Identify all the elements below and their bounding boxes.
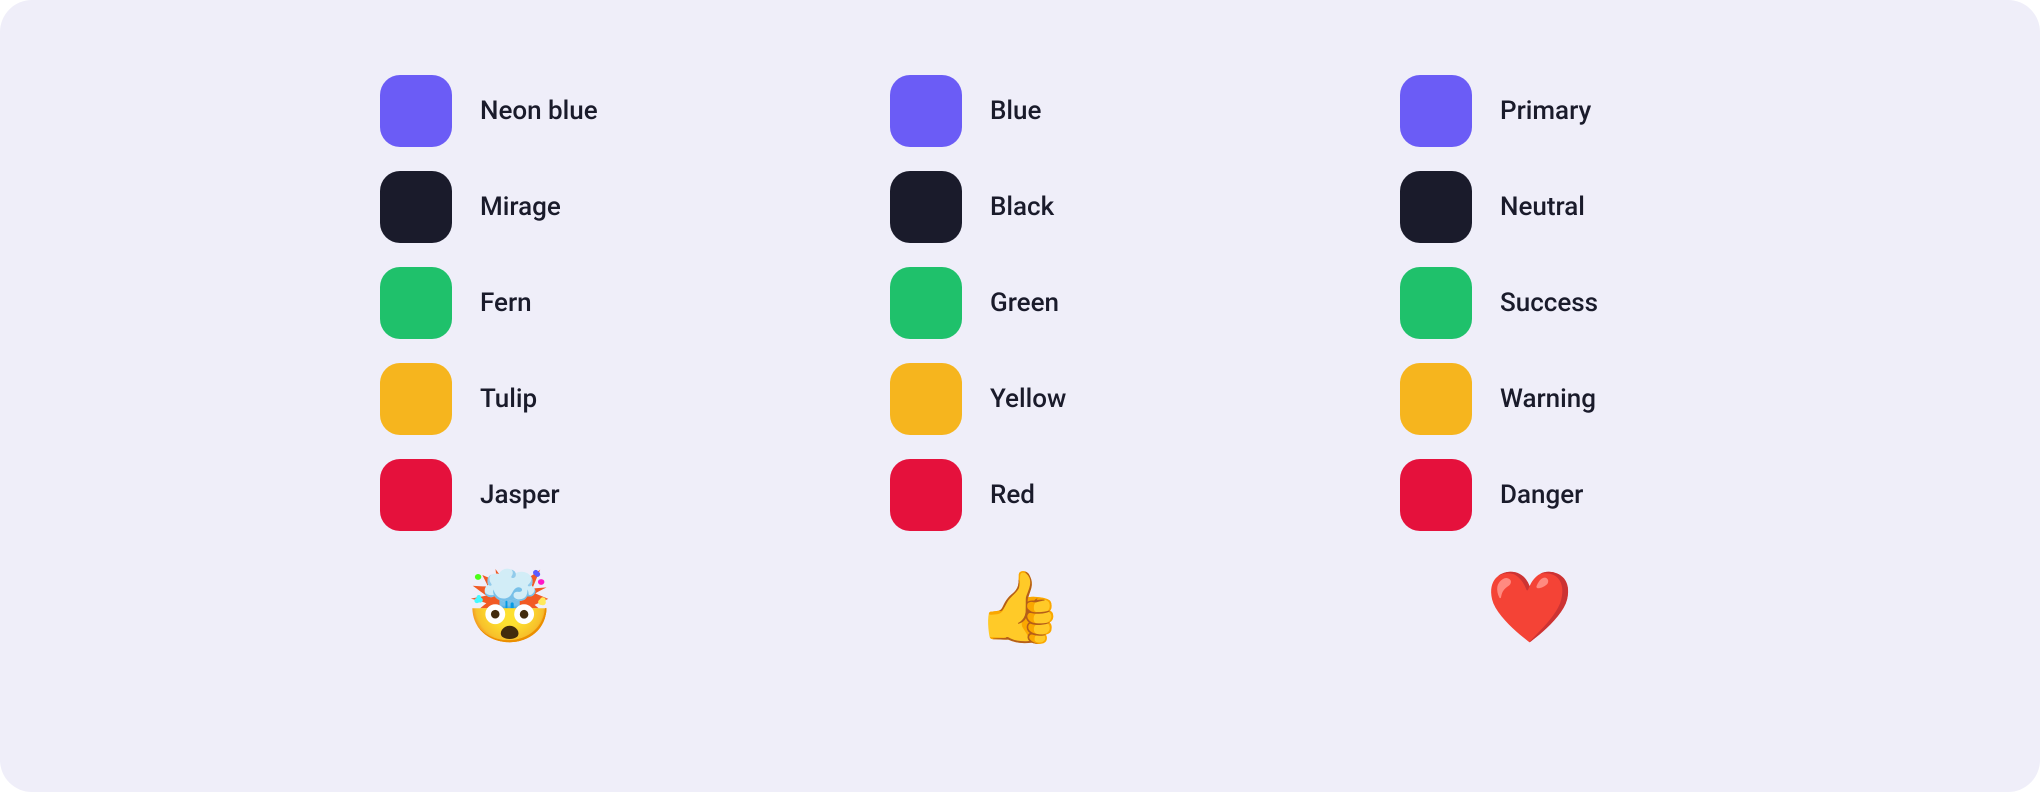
color-naming-comparison: Neon blue Mirage Fern Tulip Jasper 🤯: [0, 0, 2040, 792]
swatch-row: Warning: [1400, 363, 1660, 435]
swatch-label: Blue: [990, 96, 1150, 126]
color-swatch-blue: [380, 75, 452, 147]
color-swatch-green: [1400, 267, 1472, 339]
swatch-row: Yellow: [890, 363, 1150, 435]
swatch-row: Neon blue: [380, 75, 640, 147]
color-swatch-red: [1400, 459, 1472, 531]
swatch-row: Black: [890, 171, 1150, 243]
swatch-label: Red: [990, 480, 1150, 510]
swatch-label: Black: [990, 192, 1150, 222]
color-swatch-green: [890, 267, 962, 339]
color-swatch-black: [380, 171, 452, 243]
swatch-label: Neutral: [1500, 192, 1660, 222]
swatch-list: Blue Black Green Yellow Red: [890, 75, 1150, 531]
swatch-label: Success: [1500, 288, 1660, 318]
swatch-label: Neon blue: [480, 96, 640, 126]
swatch-label: Green: [990, 288, 1150, 318]
swatch-label: Fern: [480, 288, 640, 318]
swatch-label: Jasper: [480, 480, 640, 510]
heart-icon: ❤️: [1486, 573, 1573, 643]
swatch-list: Primary Neutral Success Warning Danger: [1400, 75, 1660, 531]
color-swatch-red: [890, 459, 962, 531]
naming-column-literal: Blue Black Green Yellow Red 👍: [890, 75, 1150, 643]
color-swatch-red: [380, 459, 452, 531]
swatch-label: Yellow: [990, 384, 1150, 414]
swatch-row: Red: [890, 459, 1150, 531]
color-swatch-black: [890, 171, 962, 243]
swatch-row: Blue: [890, 75, 1150, 147]
swatch-row: Danger: [1400, 459, 1660, 531]
swatch-label: Tulip: [480, 384, 640, 414]
swatch-row: Mirage: [380, 171, 640, 243]
color-swatch-yellow: [1400, 363, 1472, 435]
color-swatch-blue: [890, 75, 962, 147]
swatch-list: Neon blue Mirage Fern Tulip Jasper: [380, 75, 640, 531]
swatch-row: Primary: [1400, 75, 1660, 147]
swatch-label: Mirage: [480, 192, 640, 222]
swatch-label: Primary: [1500, 96, 1660, 126]
swatch-label: Danger: [1500, 480, 1660, 510]
swatch-row: Jasper: [380, 459, 640, 531]
color-swatch-yellow: [380, 363, 452, 435]
swatch-label: Warning: [1500, 384, 1660, 414]
swatch-row: Neutral: [1400, 171, 1660, 243]
thumbs-up-icon: 👍: [976, 573, 1063, 643]
swatch-row: Success: [1400, 267, 1660, 339]
swatch-row: Tulip: [380, 363, 640, 435]
exploding-head-icon: 🤯: [466, 573, 553, 643]
swatch-row: Green: [890, 267, 1150, 339]
color-swatch-yellow: [890, 363, 962, 435]
color-swatch-blue: [1400, 75, 1472, 147]
color-swatch-black: [1400, 171, 1472, 243]
naming-column-creative: Neon blue Mirage Fern Tulip Jasper 🤯: [380, 75, 640, 643]
swatch-row: Fern: [380, 267, 640, 339]
naming-column-semantic: Primary Neutral Success Warning Danger ❤…: [1400, 75, 1660, 643]
color-swatch-green: [380, 267, 452, 339]
